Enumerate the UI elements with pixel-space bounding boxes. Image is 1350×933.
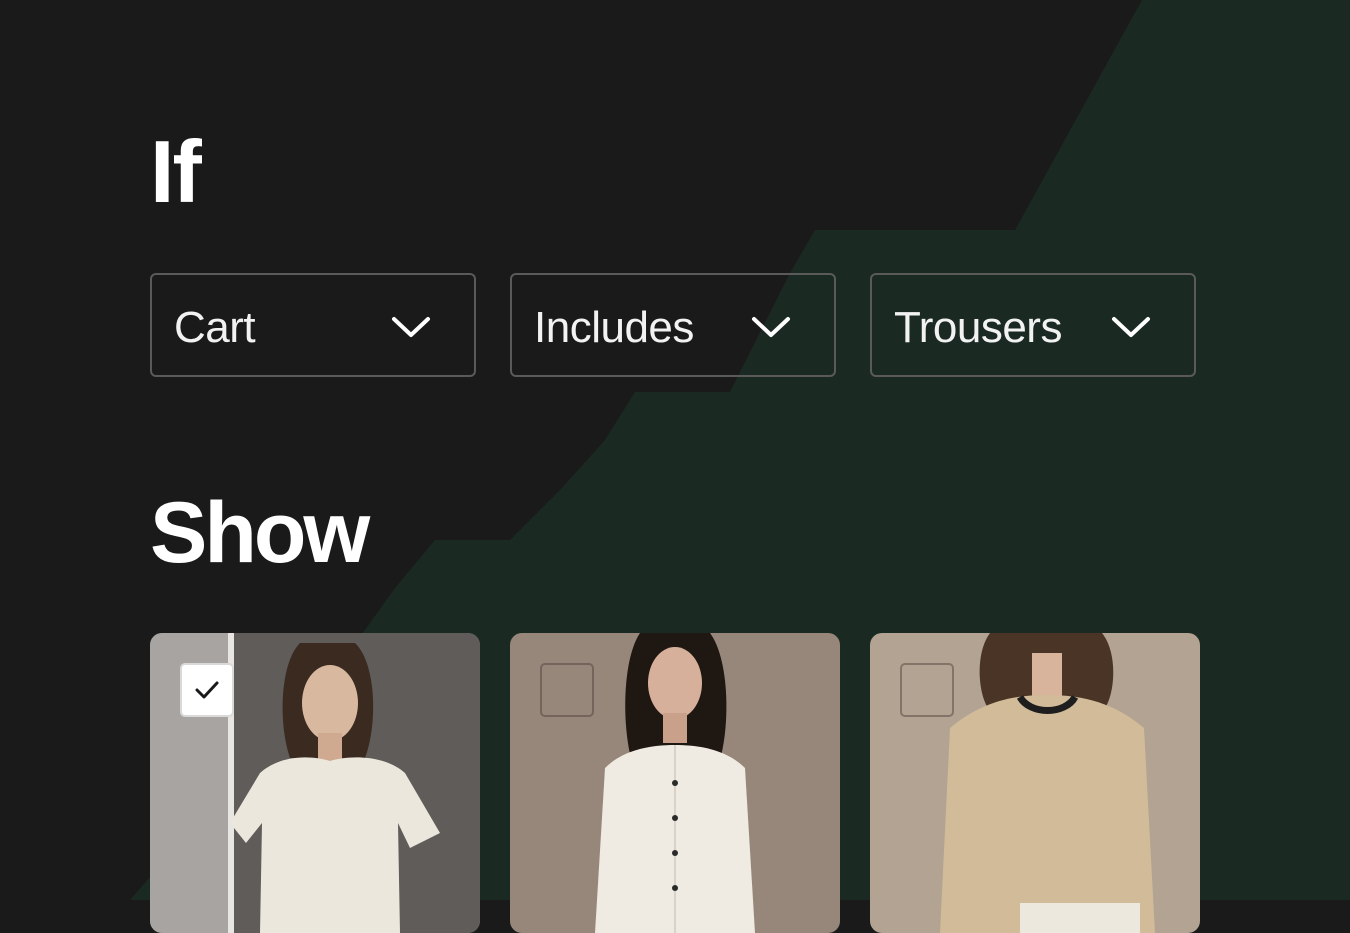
- select-checkbox-sweater[interactable]: [900, 663, 954, 717]
- category-dropdown[interactable]: Trousers: [870, 273, 1196, 377]
- show-heading: Show: [150, 485, 370, 581]
- select-checkbox-tshirt[interactable]: [180, 663, 234, 717]
- product-card-sweater[interactable]: [870, 633, 1200, 933]
- subject-dropdown-value: Cart: [174, 303, 256, 352]
- category-dropdown-value: Trousers: [894, 303, 1062, 352]
- checkmark-icon: [195, 681, 219, 699]
- if-heading: If: [150, 122, 202, 221]
- operator-dropdown[interactable]: Includes: [510, 273, 836, 377]
- chevron-down-icon: [392, 317, 430, 337]
- product-card-tshirt[interactable]: [150, 633, 480, 933]
- product-card-shirt[interactable]: [510, 633, 840, 933]
- select-checkbox-shirt[interactable]: [540, 663, 594, 717]
- subject-dropdown[interactable]: Cart: [150, 273, 476, 377]
- operator-dropdown-value: Includes: [534, 303, 694, 352]
- chevron-down-icon: [1112, 317, 1150, 337]
- chevron-down-icon: [752, 317, 790, 337]
